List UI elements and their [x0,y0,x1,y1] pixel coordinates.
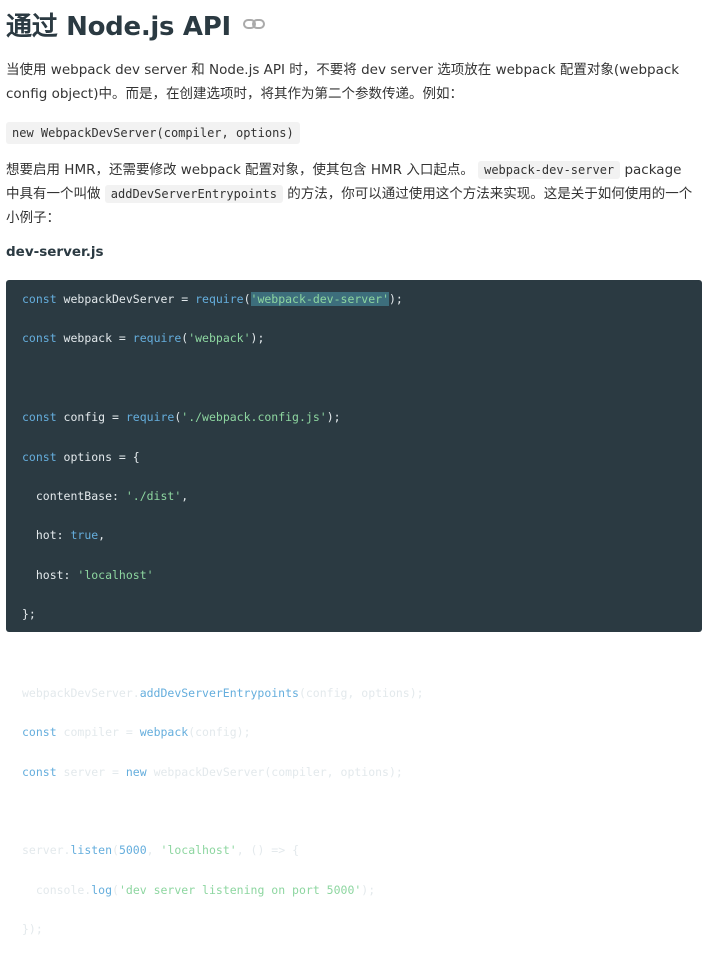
intro-paragraph: 当使用 webpack dev server 和 Node.js API 时，不… [6,62,680,102]
code-line-6: contentBase: './dist', [22,488,189,503]
example-code: new WebpackDevServer(compiler, options) [6,122,300,144]
code-line-15: server.listen(5000, 'localhost', () => { [22,843,299,858]
code-line-2: const webpack = require('webpack'); [22,331,265,346]
link-icon[interactable] [242,18,265,30]
code-line-5: const options = { [22,449,140,464]
inline-code-add-dev-server-entrypoints: addDevServerEntrypoints [104,185,283,203]
code-line-4: const config = require('./webpack.config… [22,410,341,425]
code-line-11: webpackDevServer.addDevServerEntrypoints… [22,685,424,700]
code-block: const webpackDevServer = require('webpac… [6,280,702,936]
code-line-16: console.log('dev server listening on por… [22,882,376,897]
section-heading: 通过 Node.js API [6,4,265,44]
file-name: dev-server.js [6,244,104,260]
code-listing: const webpackDevServer = require('webpac… [22,290,424,960]
code-line-17: }); [22,922,43,937]
hmr-paragraph: 想要启用 HMR，还需要修改 webpack 配置对象，使其包含 HMR 入口起… [6,158,696,230]
code-line-9: }; [22,607,36,622]
code-line-8: host: 'localhost' [22,567,154,582]
code-line-7: hot: true, [22,528,106,543]
selected-text: 'webpack-dev-server' [250,292,389,306]
page-title: 通过 Node.js API [6,11,231,42]
code-line-13: const server = new webpackDevServer(comp… [22,764,403,779]
code-line-1: const webpackDevServer = require('webpac… [22,292,403,306]
code-line-12: const compiler = webpack(config); [22,725,251,740]
inline-code-webpack-dev-server: webpack-dev-server [478,161,621,179]
hmr-text-1: 想要启用 HMR，还需要修改 webpack 配置对象，使其包含 HMR 入口起… [6,162,474,178]
